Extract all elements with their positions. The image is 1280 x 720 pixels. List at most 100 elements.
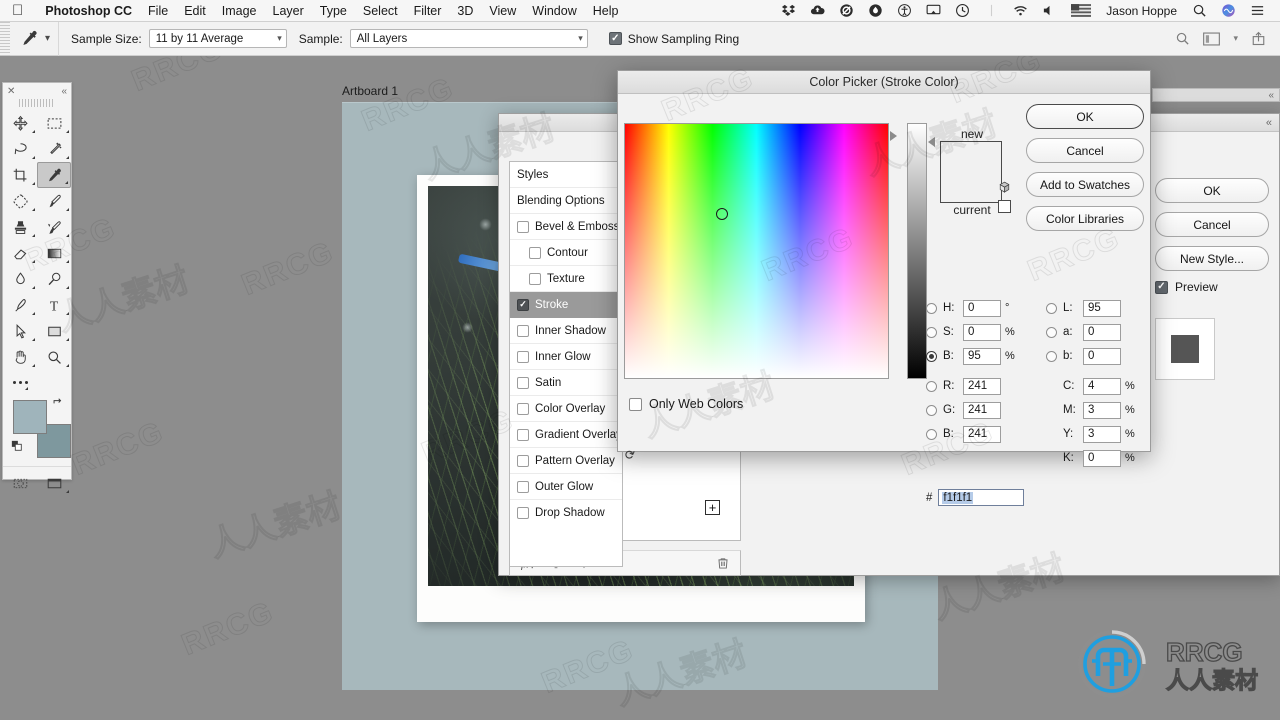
menu-item-layer[interactable]: Layer	[265, 4, 312, 18]
eyedropper-tool[interactable]	[37, 162, 71, 188]
effect-texture[interactable]: Texture	[510, 266, 622, 292]
menu-item-3d[interactable]: 3D	[449, 4, 481, 18]
effect-drop-shadow[interactable]: Drop Shadow +	[510, 500, 720, 526]
color-picker-ok-button[interactable]: OK	[1026, 104, 1144, 129]
dropbox-icon[interactable]	[774, 3, 803, 18]
h-radio[interactable]	[926, 302, 937, 314]
h-input[interactable]: 0	[963, 299, 1001, 317]
a-radio[interactable]	[1046, 326, 1057, 338]
effect-checkbox[interactable]	[517, 454, 529, 467]
b-input[interactable]: 95	[963, 347, 1001, 365]
effect-checkbox[interactable]	[517, 298, 529, 311]
double-chevron-left-icon[interactable]: «	[1268, 90, 1274, 101]
menu-item-help[interactable]: Help	[585, 4, 627, 18]
foreground-color-swatch[interactable]	[13, 400, 47, 434]
color-picker-cancel-button[interactable]: Cancel	[1026, 138, 1144, 163]
effect-stroke[interactable]: Stroke	[510, 292, 622, 318]
search-icon[interactable]	[1175, 31, 1190, 46]
quick-mask-button[interactable]	[3, 470, 37, 496]
menu-item-select[interactable]: Select	[355, 4, 406, 18]
k-input[interactable]: 0	[1083, 449, 1121, 467]
zoom-tool[interactable]	[37, 344, 71, 370]
b-radio[interactable]	[926, 350, 937, 362]
menu-app-name[interactable]: Photoshop CC	[37, 4, 140, 18]
hex-value-row[interactable]: # f1f1f1	[926, 489, 1025, 506]
hex-input[interactable]: f1f1f1	[938, 489, 1025, 506]
rgb-r-row[interactable]: R: 241	[926, 374, 1038, 398]
flame-icon[interactable]	[861, 3, 890, 18]
add-to-swatches-button[interactable]: Add to Swatches	[1026, 172, 1144, 197]
show-sampling-ring-checkbox[interactable]	[608, 32, 622, 45]
preview-toggle[interactable]: Preview	[1155, 280, 1269, 294]
airplay-icon[interactable]	[919, 3, 948, 18]
lasso-tool[interactable]	[3, 136, 37, 162]
menu-item-image[interactable]: Image	[214, 4, 265, 18]
new-style-button[interactable]: New Style...	[1155, 246, 1269, 271]
menu-item-file[interactable]: File	[140, 4, 176, 18]
type-tool[interactable]: T	[37, 292, 71, 318]
trash-icon[interactable]	[716, 556, 730, 570]
more-tools-button[interactable]	[3, 370, 71, 394]
screen-mode-button[interactable]	[37, 470, 71, 496]
crop-tool[interactable]	[3, 162, 37, 188]
m-input[interactable]: 3	[1083, 401, 1121, 419]
menu-user-name[interactable]: Jason Hoppe	[1098, 4, 1185, 18]
g-radio[interactable]	[926, 404, 937, 416]
layer-style-ok-button[interactable]: OK	[1155, 178, 1269, 203]
active-tool-preset[interactable]: ▾	[10, 21, 60, 56]
lab-a-row[interactable]: a: 0	[1046, 320, 1156, 344]
rgb-b-row[interactable]: B: 241	[926, 422, 1038, 446]
cmyk-y-row[interactable]: Y: 3 %	[1046, 422, 1156, 446]
menu-item-view[interactable]: View	[481, 4, 524, 18]
effect-checkbox[interactable]	[517, 402, 529, 415]
accessibility-icon[interactable]	[890, 3, 919, 18]
color-picker-titlebar[interactable]: Color Picker (Stroke Color)	[618, 71, 1150, 94]
gamut-warning-cube-icon[interactable]	[998, 181, 1014, 196]
color-libraries-button[interactable]: Color Libraries	[1026, 206, 1144, 231]
color-field[interactable]	[624, 123, 889, 379]
only-web-colors-checkbox[interactable]	[629, 397, 642, 411]
healing-brush-tool[interactable]	[3, 188, 37, 214]
chevron-down-icon[interactable]: ▾	[45, 33, 50, 44]
only-web-colors-toggle[interactable]: Only Web Colors	[629, 397, 743, 411]
lab-b-row[interactable]: b: 0	[1046, 344, 1156, 368]
double-chevron-left-icon[interactable]: «	[61, 86, 67, 97]
right-panel-collapse-bar[interactable]: «	[1152, 88, 1280, 102]
clone-stamp-tool[interactable]	[3, 214, 37, 240]
color-field-selector-ring[interactable]	[716, 208, 728, 220]
non-web-safe-swatch-icon[interactable]	[998, 200, 1011, 213]
effect-outer-glow[interactable]: Outer Glow	[510, 474, 622, 500]
adblock-icon[interactable]	[832, 3, 861, 18]
eraser-tool[interactable]	[3, 240, 37, 266]
us-flag-icon[interactable]	[1064, 4, 1098, 17]
s-input[interactable]: 0	[963, 323, 1001, 341]
tools-panel-grip[interactable]	[19, 99, 55, 107]
effect-satin[interactable]: Satin	[510, 370, 622, 396]
show-sampling-ring-toggle[interactable]: Show Sampling Ring	[608, 32, 739, 46]
hsb-b-row[interactable]: B: 95 %	[926, 344, 1038, 368]
workspace-icon[interactable]	[1203, 31, 1221, 46]
rectangular-marquee-tool[interactable]	[37, 110, 71, 136]
effect-checkbox[interactable]	[529, 246, 541, 259]
s-radio[interactable]	[926, 326, 937, 338]
effect-styles[interactable]: Styles	[510, 162, 622, 188]
sample-select[interactable]: All Layers ▾	[349, 29, 588, 48]
effect-checkbox[interactable]	[517, 324, 529, 337]
cmyk-k-row[interactable]: K: 0 %	[1046, 446, 1156, 470]
menu-item-filter[interactable]: Filter	[406, 4, 450, 18]
a-input[interactable]: 0	[1083, 323, 1121, 341]
effect-pattern-overlay[interactable]: Pattern Overlay	[510, 448, 622, 474]
chevron-down-icon[interactable]: ▾	[1233, 33, 1238, 44]
close-icon[interactable]: ✕	[7, 86, 15, 97]
effect-checkbox[interactable]	[517, 376, 529, 389]
menu-item-edit[interactable]: Edit	[176, 4, 214, 18]
rgb-b-input[interactable]: 241	[963, 425, 1001, 443]
effect-checkbox[interactable]	[517, 428, 529, 441]
path-selection-tool[interactable]	[3, 318, 37, 344]
effect-bevel-emboss[interactable]: Bevel & Emboss	[510, 214, 622, 240]
effect-color-overlay[interactable]: Color Overlay	[510, 396, 622, 422]
layer-style-cancel-button[interactable]: Cancel	[1155, 212, 1269, 237]
r-input[interactable]: 241	[963, 377, 1001, 395]
plus-box-icon[interactable]: +	[705, 500, 720, 515]
brush-tool[interactable]	[37, 188, 71, 214]
